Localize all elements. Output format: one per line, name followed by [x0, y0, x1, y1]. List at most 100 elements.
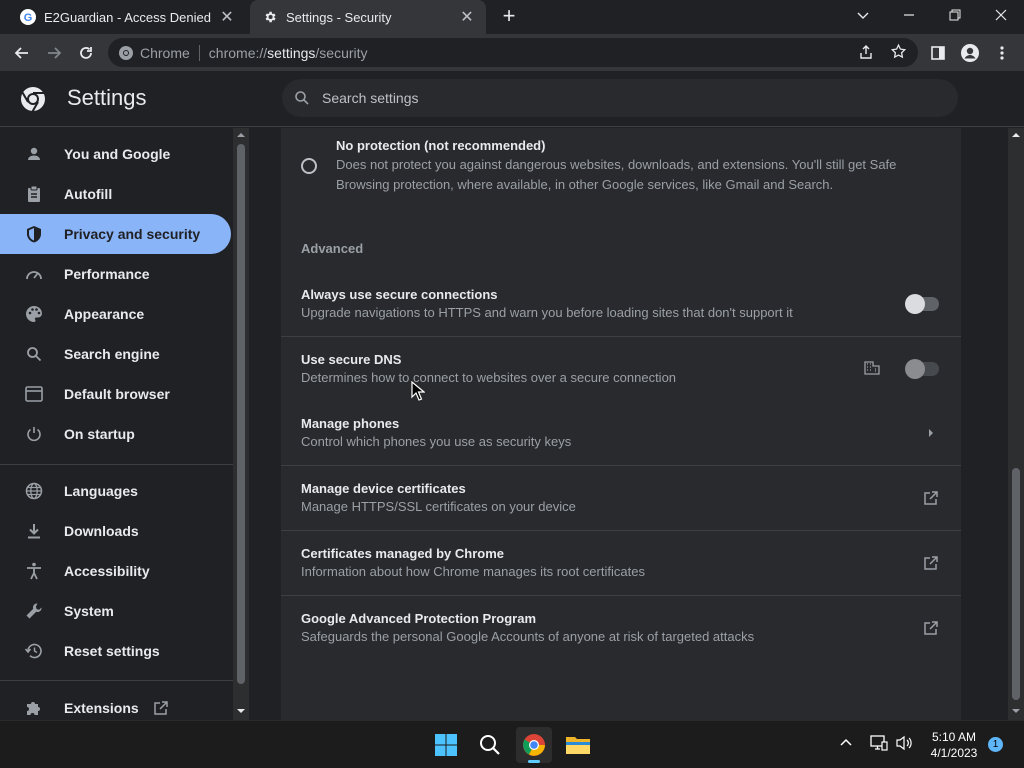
close-window-icon[interactable] [978, 0, 1024, 30]
sidebar-item-appearance[interactable]: Appearance [0, 294, 231, 334]
row-title: Manage device certificates [301, 481, 466, 496]
google-icon: G [20, 9, 36, 25]
url-path: /security [315, 44, 368, 61]
sidebar-scroll-thumb[interactable] [237, 144, 245, 684]
power-icon [24, 424, 44, 444]
sidebar-item-accessibility[interactable]: Accessibility [0, 551, 231, 591]
taskbar-chrome-icon[interactable] [516, 727, 552, 763]
share-icon[interactable] [858, 44, 874, 60]
tray-chevron-up-icon[interactable] [840, 737, 852, 749]
address-bar[interactable]: Chrome chrome://settings/security [108, 38, 918, 67]
windows-start-icon[interactable] [428, 727, 464, 763]
forward-arrow-icon[interactable] [40, 39, 68, 67]
page-title: Settings [67, 85, 147, 110]
row-title: Google Advanced Protection Program [301, 611, 537, 626]
sidebar-item-privacy-and-security[interactable]: Privacy and security [0, 214, 231, 254]
person-icon [24, 144, 44, 164]
row-title: Certificates managed by Chrome [301, 546, 505, 561]
new-tab-button[interactable]: + [498, 5, 520, 27]
row-title: Always use secure connections [301, 287, 498, 302]
url-scheme: chrome:// [208, 44, 268, 61]
scroll-down-arrow-icon[interactable] [1011, 708, 1021, 714]
sidebar-item-downloads[interactable]: Downloads [0, 511, 231, 551]
speedometer-icon [24, 264, 44, 284]
sidebar-divider [0, 680, 233, 681]
sidebar-item-label: Appearance [64, 306, 145, 322]
sidebar-item-search-engine[interactable]: Search engine [0, 334, 231, 374]
sidebar-item-label: Performance [64, 266, 150, 282]
network-icon[interactable] [870, 735, 888, 751]
scroll-up-arrow-icon[interactable] [1011, 132, 1021, 138]
arrow-right-icon[interactable] [919, 421, 943, 445]
restore-window-icon[interactable] [932, 0, 978, 30]
bookmark-star-icon[interactable] [890, 43, 907, 60]
enterprise-managed-icon [860, 356, 884, 380]
sidebar-item-languages[interactable]: Languages [0, 471, 231, 511]
puzzle-icon [24, 698, 44, 718]
secure-connections-toggle[interactable] [905, 294, 939, 314]
row-description: Manage HTTPS/SSL certificates on your de… [301, 499, 576, 514]
scroll-down-arrow-icon[interactable] [236, 708, 246, 714]
reload-icon[interactable] [72, 39, 100, 67]
file-explorer-icon[interactable] [560, 727, 596, 763]
sidebar-item-you-and-google[interactable]: You and Google [0, 134, 231, 174]
clock-time: 5:10 AM [931, 730, 977, 744]
tab-settings-security[interactable]: Settings - Security ✕ [250, 0, 486, 34]
sidebar-item-label: Accessibility [64, 563, 150, 579]
sidebar-item-label: On startup [64, 426, 135, 442]
sidebar-item-label: Extensions [64, 700, 139, 716]
main-scrollbar[interactable] [1008, 128, 1024, 720]
side-panel-icon[interactable] [924, 39, 952, 67]
back-arrow-icon[interactable] [8, 39, 36, 67]
scroll-up-arrow-icon[interactable] [236, 132, 246, 138]
row-description: Upgrade navigations to HTTPS and warn yo… [301, 305, 793, 320]
sidebar-item-autofill[interactable]: Autofill [0, 174, 231, 214]
secure-dns-toggle[interactable] [905, 359, 939, 379]
row-title: Manage phones [301, 416, 400, 431]
sidebar-item-reset-settings[interactable]: Reset settings [0, 631, 231, 671]
profile-icon[interactable] [956, 39, 984, 67]
sidebar-scrollbar[interactable] [233, 128, 249, 720]
shield-icon [24, 224, 44, 244]
chrome-logo-icon [20, 86, 46, 112]
row-description: Information about how Chrome manages its… [301, 564, 645, 579]
svg-text:G: G [24, 12, 33, 24]
kebab-menu-icon[interactable] [988, 39, 1016, 67]
search-input[interactable] [322, 90, 922, 106]
settings-sidebar: You and Google Autofill Privacy and secu… [0, 128, 233, 720]
external-link-icon[interactable] [919, 551, 943, 575]
sidebar-item-performance[interactable]: Performance [0, 254, 231, 294]
accessibility-icon [24, 561, 44, 581]
search-settings-box[interactable] [282, 79, 958, 117]
row-divider [281, 595, 961, 596]
external-link-icon[interactable] [919, 616, 943, 640]
row-divider [281, 465, 961, 466]
minimize-icon[interactable] [886, 0, 932, 30]
tab-search-chevron-icon[interactable] [840, 0, 886, 30]
tab-title: E2Guardian - Access Denied [44, 9, 211, 25]
row-divider [281, 530, 961, 531]
taskbar-search-icon[interactable] [472, 727, 508, 763]
omnibox-separator [198, 44, 200, 61]
sidebar-item-label: Reset settings [64, 643, 160, 659]
no-protection-desc-line1: Does not protect you against dangerous w… [336, 157, 897, 172]
tab-e2guardian[interactable]: G E2Guardian - Access Denied ✕ [8, 0, 246, 34]
sidebar-item-system[interactable]: System [0, 591, 231, 631]
external-link-icon[interactable] [919, 486, 943, 510]
main-scroll-thumb[interactable] [1012, 468, 1020, 700]
external-link-icon [153, 700, 169, 716]
sidebar-item-default-browser[interactable]: Default browser [0, 374, 231, 414]
sidebar-item-extensions[interactable]: Extensions [0, 688, 231, 720]
sidebar-item-label: Privacy and security [64, 226, 201, 242]
settings-header: Settings [0, 71, 1024, 127]
clock[interactable]: 5:10 AM 4/1/2023 [922, 729, 986, 761]
close-tab-icon[interactable]: ✕ [456, 6, 478, 28]
no-protection-radio[interactable] [301, 158, 317, 174]
volume-icon[interactable] [895, 735, 913, 751]
tab-strip: G E2Guardian - Access Denied ✕ Settings … [0, 0, 1024, 34]
sidebar-item-label: You and Google [64, 146, 171, 162]
sidebar-item-label: System [64, 603, 114, 619]
notification-badge[interactable]: 1 [988, 737, 1003, 752]
sidebar-item-on-startup[interactable]: On startup [0, 414, 231, 454]
close-tab-icon[interactable]: ✕ [216, 6, 238, 28]
